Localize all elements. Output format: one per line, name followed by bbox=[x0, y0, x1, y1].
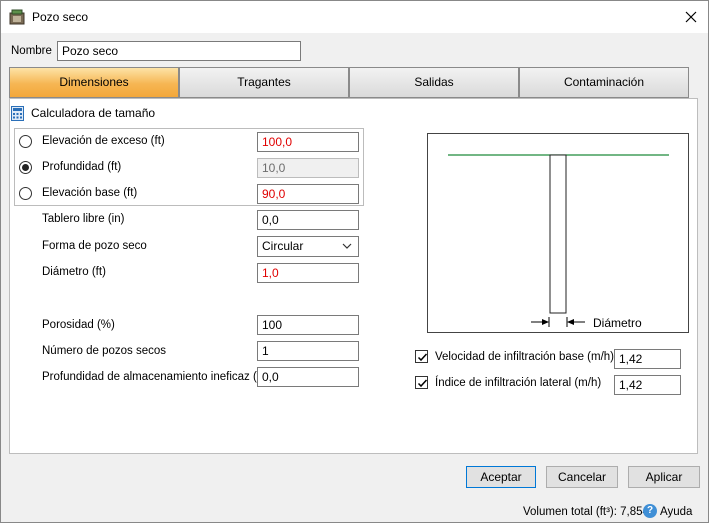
shape-select[interactable]: Circular bbox=[257, 236, 359, 257]
excess-elevation-label: Elevación de exceso (ft) bbox=[42, 135, 165, 147]
ineffective-depth-input[interactable]: 0,0 bbox=[257, 367, 359, 387]
excess-elevation-input[interactable]: 100,0 bbox=[257, 132, 359, 152]
lateral-infiltration-input[interactable]: 1,42 bbox=[614, 375, 681, 395]
base-infiltration-label: Velocidad de infiltración base (m/h) bbox=[435, 351, 614, 363]
dialog-window: Pozo seco Nombre Pozo seco Dimensiones T… bbox=[0, 0, 709, 523]
base-elevation-input[interactable]: 90,0 bbox=[257, 184, 359, 204]
diameter-caption: Diámetro bbox=[593, 316, 642, 330]
cancel-button[interactable]: Cancelar bbox=[546, 466, 618, 488]
base-infiltration-checkbox[interactable] bbox=[415, 350, 428, 363]
ineffective-depth-label: Profundidad de almacenamiento ineficaz (… bbox=[42, 371, 268, 383]
total-volume-text: Volumen total (ft³): 7,854 bbox=[523, 506, 649, 518]
checkmark-icon bbox=[417, 353, 428, 362]
dry-well-app-icon bbox=[9, 9, 25, 25]
tab-tragantes[interactable]: Tragantes bbox=[179, 67, 349, 98]
dry-well-diagram: Diámetro bbox=[427, 133, 689, 333]
close-button[interactable] bbox=[677, 5, 705, 29]
shape-label: Forma de pozo seco bbox=[42, 240, 147, 252]
well-count-label: Número de pozos secos bbox=[42, 345, 167, 357]
shape-select-value: Circular bbox=[262, 239, 304, 253]
well-count-input[interactable]: 1 bbox=[257, 341, 359, 361]
radio-base-elevation[interactable] bbox=[19, 187, 32, 200]
dimension-arrow-right bbox=[567, 319, 574, 325]
base-infiltration-input[interactable]: 1,42 bbox=[614, 349, 681, 369]
radio-depth[interactable] bbox=[19, 161, 32, 174]
depth-label: Profundidad (ft) bbox=[42, 161, 122, 173]
close-icon bbox=[685, 11, 697, 23]
help-link[interactable]: Ayuda bbox=[660, 506, 692, 518]
title-bar: Pozo seco bbox=[1, 1, 708, 33]
calculator-icon bbox=[11, 106, 24, 121]
tab-dimensiones[interactable]: Dimensiones bbox=[9, 67, 179, 98]
tab-salidas[interactable]: Salidas bbox=[349, 67, 519, 98]
tab-contaminacion[interactable]: Contaminación bbox=[519, 67, 689, 98]
depth-input: 10,0 bbox=[257, 158, 359, 178]
help-icon[interactable]: ? bbox=[643, 504, 657, 518]
base-elevation-label: Elevación base (ft) bbox=[42, 187, 138, 199]
porosity-input[interactable]: 100 bbox=[257, 315, 359, 335]
tab-bar: Dimensiones Tragantes Salidas Contaminac… bbox=[9, 67, 689, 98]
freeboard-label: Tablero libre (in) bbox=[42, 213, 125, 225]
lateral-infiltration-label: Índice de infiltración lateral (m/h) bbox=[435, 377, 602, 389]
name-input[interactable]: Pozo seco bbox=[57, 41, 301, 61]
name-label: Nombre bbox=[11, 45, 52, 57]
radio-excess-elevation[interactable] bbox=[19, 135, 32, 148]
porosity-label: Porosidad (%) bbox=[42, 319, 115, 331]
dimension-arrow-left bbox=[542, 319, 549, 325]
checkmark-icon bbox=[417, 379, 428, 388]
well-shaft bbox=[549, 154, 567, 314]
diameter-input[interactable]: 1,0 bbox=[257, 263, 359, 283]
apply-button[interactable]: Aplicar bbox=[628, 466, 700, 488]
diameter-label: Diámetro (ft) bbox=[42, 266, 106, 278]
window-title: Pozo seco bbox=[32, 10, 89, 24]
lateral-infiltration-checkbox[interactable] bbox=[415, 376, 428, 389]
freeboard-input[interactable]: 0,0 bbox=[257, 210, 359, 230]
chevron-down-icon bbox=[342, 243, 352, 249]
dry-well-drawing: Diámetro bbox=[448, 154, 669, 330]
section-title: Calculadora de tamaño bbox=[31, 106, 156, 120]
accept-button[interactable]: Aceptar bbox=[466, 466, 536, 488]
